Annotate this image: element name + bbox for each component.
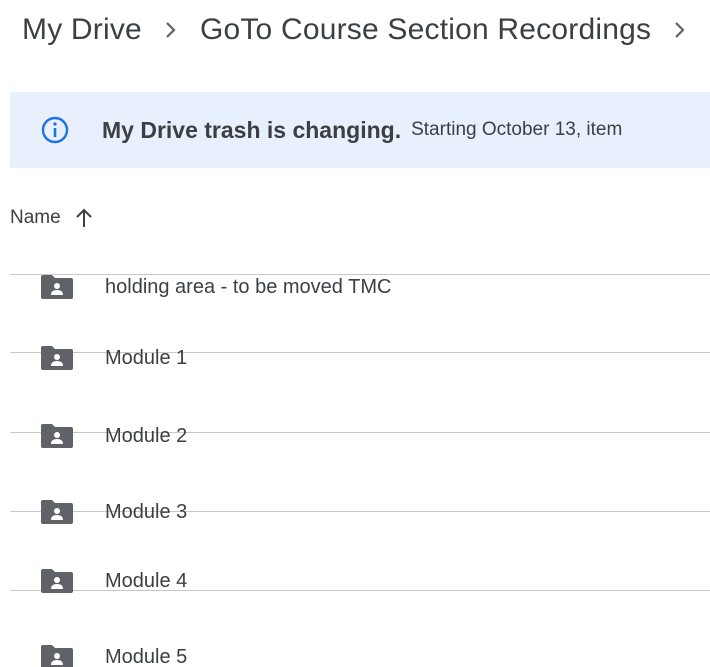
shared-folder-icon (40, 423, 74, 449)
drive-page: My Drive GoTo Course Section Recordings … (0, 0, 710, 667)
breadcrumb-current-folder[interactable]: GoTo Course Section Recordings (200, 13, 651, 47)
file-name: Module 2 (105, 424, 188, 447)
list-item[interactable]: holding area - to be moved TMC (0, 272, 710, 302)
shared-folder-icon (40, 568, 74, 594)
shared-folder-icon (40, 499, 74, 525)
shared-folder-icon (40, 274, 74, 300)
file-name: Module 3 (105, 500, 188, 523)
list-item[interactable]: Module 4 (0, 566, 710, 596)
file-name: Module 1 (105, 346, 188, 369)
info-icon (38, 113, 72, 147)
name-column-header[interactable]: Name (10, 203, 95, 233)
banner-title: My Drive trash is changing. (102, 116, 402, 143)
list-item[interactable]: Module 1 (0, 343, 710, 373)
file-name: Module 4 (105, 569, 188, 592)
breadcrumb: My Drive GoTo Course Section Recordings (22, 8, 709, 52)
list-item[interactable]: Module 2 (0, 421, 710, 451)
list-item[interactable]: Module 3 (0, 497, 710, 527)
name-column-label: Name (10, 207, 61, 228)
chevron-right-icon (651, 20, 709, 40)
arrow-up-icon[interactable] (73, 206, 95, 230)
file-name: holding area - to be moved TMC (105, 275, 392, 298)
chevron-right-icon (142, 20, 200, 40)
file-name: Module 5 (105, 645, 188, 667)
shared-folder-icon (40, 345, 74, 371)
trash-change-banner: My Drive trash is changing. Starting Oct… (10, 92, 710, 168)
banner-text: Starting October 13, item (411, 119, 623, 140)
shared-folder-icon (40, 644, 74, 667)
breadcrumb-my-drive[interactable]: My Drive (22, 13, 142, 47)
list-item[interactable]: Module 5 (0, 642, 710, 667)
